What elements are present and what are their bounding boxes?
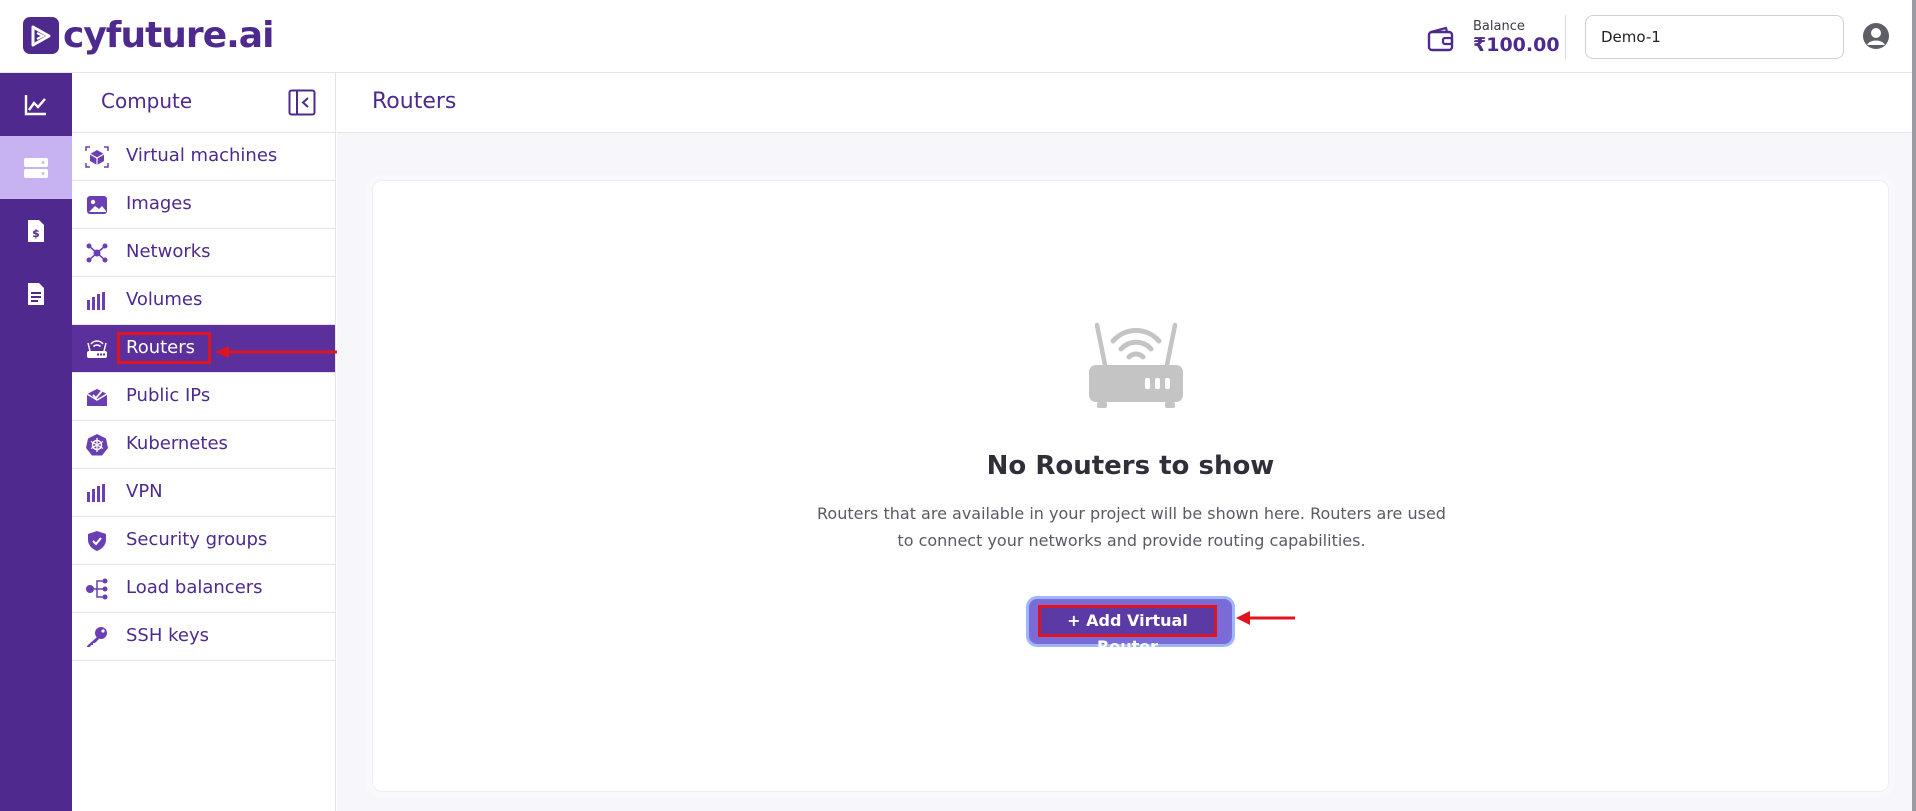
image-icon xyxy=(85,194,109,216)
add-virtual-router-label: + Add Virtual Router xyxy=(1038,605,1217,656)
sidebar-item-images[interactable]: Images xyxy=(72,181,335,229)
sidebar-item-public-ips[interactable]: Public IPs xyxy=(72,373,335,421)
collapse-sidebar-icon[interactable] xyxy=(288,89,316,116)
sidebar-header: Compute xyxy=(72,73,335,133)
empty-state-card: No Routers to show Routers that are avai… xyxy=(372,180,1889,792)
sidebar-item-label: SSH keys xyxy=(126,625,209,646)
kubernetes-icon xyxy=(85,434,109,456)
sidebar-item-vpn[interactable]: VPN xyxy=(72,469,335,517)
analytics-icon[interactable] xyxy=(0,73,72,136)
document-icon[interactable] xyxy=(0,262,72,325)
sidebar-item-volumes[interactable]: Volumes xyxy=(72,277,335,325)
balance: Balance ₹100.00 xyxy=(1473,19,1560,56)
balance-value: ₹100.00 xyxy=(1473,34,1560,56)
sidebar-item-load-balancers[interactable]: Load balancers xyxy=(72,565,335,613)
sidebar-item-label: Security groups xyxy=(126,529,268,550)
router-icon xyxy=(85,338,109,360)
network-icon xyxy=(85,242,109,264)
compute-sidebar: Compute Virtual machines Images Networks… xyxy=(72,73,361,811)
sidebar-item-label: Virtual machines xyxy=(126,145,278,166)
sidebar-item-label: Volumes xyxy=(126,289,203,310)
shield-icon xyxy=(85,530,109,552)
key-icon xyxy=(85,626,109,648)
logo[interactable]: cyfuture.ai xyxy=(23,14,274,56)
sidebar-item-label: Kubernetes xyxy=(126,433,228,454)
sidebar-item-networks[interactable]: Networks xyxy=(72,229,335,277)
sidebar-title: Compute xyxy=(101,89,193,113)
billing-invoice-icon[interactable]: $ xyxy=(0,199,72,262)
empty-state-title: No Routers to show xyxy=(986,451,1275,481)
sidebar-item-label: VPN xyxy=(126,481,163,502)
main-content: No Routers to show Routers that are avai… xyxy=(337,133,1912,811)
cube-icon xyxy=(85,146,109,168)
page-header: Routers xyxy=(337,73,1912,133)
router-illustration-icon xyxy=(1085,311,1187,417)
add-virtual-router-button[interactable]: + Add Virtual Router xyxy=(1029,599,1232,656)
user-avatar-icon[interactable] xyxy=(1862,22,1890,54)
public-ip-icon xyxy=(85,386,109,408)
balance-label: Balance xyxy=(1473,19,1525,34)
routers-highlight-box xyxy=(117,332,211,364)
icon-rail: $ xyxy=(0,73,72,811)
top-bar: cyfuture.ai Balance ₹100.00 Demo-1 xyxy=(0,0,1916,73)
sidebar-item-label: Networks xyxy=(126,241,211,262)
compute-server-icon[interactable] xyxy=(0,136,72,199)
sidebar-item-routers[interactable]: Routers xyxy=(72,325,361,373)
empty-state-description: Routers that are available in your proje… xyxy=(817,504,1446,550)
page-title: Routers xyxy=(372,89,457,114)
sidebar-item-kubernetes[interactable]: Kubernetes xyxy=(72,421,335,469)
sidebar-item-label: Public IPs xyxy=(126,385,211,406)
sidebar-item-virtual-machines[interactable]: Virtual machines xyxy=(72,133,335,181)
sidebar-item-security-groups[interactable]: Security groups xyxy=(72,517,335,565)
sidebar-item-label: Load balancers xyxy=(126,577,263,598)
header-divider xyxy=(1565,15,1566,59)
project-select[interactable]: Demo-1 xyxy=(1585,15,1844,59)
sidebar-item-ssh-keys[interactable]: SSH keys xyxy=(72,613,335,661)
logo-text: cyfuture.ai xyxy=(63,14,274,56)
window-edge xyxy=(1912,0,1916,811)
svg-text:$: $ xyxy=(32,227,40,240)
wallet-icon xyxy=(1426,25,1456,59)
volumes-icon xyxy=(85,290,109,312)
load-balancer-icon xyxy=(85,578,109,600)
pointer-arrow-icon xyxy=(1236,610,1296,629)
sidebar-item-label: Images xyxy=(126,193,192,214)
vpn-icon xyxy=(85,482,109,504)
logo-mark-icon xyxy=(23,17,59,54)
